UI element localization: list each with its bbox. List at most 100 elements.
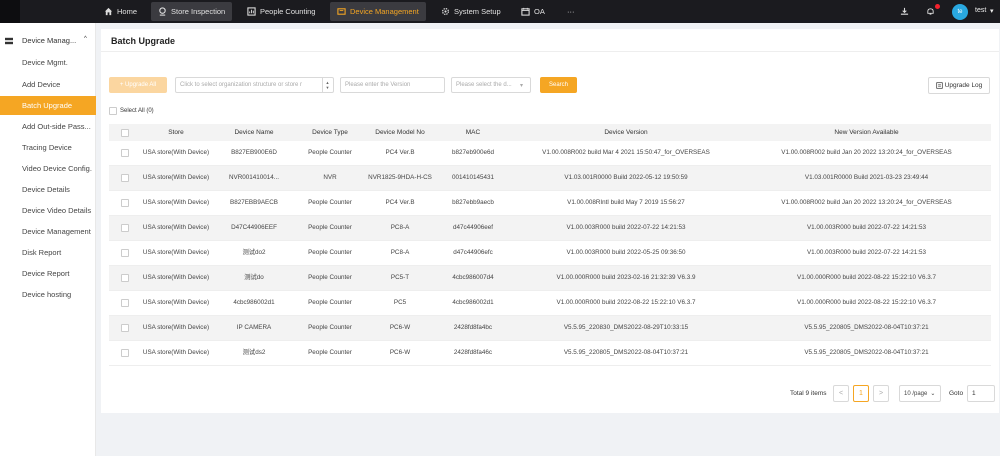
sidebar-item-device-report[interactable]: Device Report: [0, 264, 96, 283]
select-all[interactable]: Select All (0): [109, 107, 154, 115]
table-row[interactable]: USA store(With Device) 测试do People Counter…: [109, 266, 991, 291]
select-all-checkbox[interactable]: [109, 107, 117, 115]
column-mac: MAC: [465, 129, 481, 136]
sidebar-item-add-outside-pass[interactable]: Add Out-side Pass...: [0, 117, 96, 136]
avatar[interactable]: te: [952, 4, 968, 20]
table-body: USA store(With Device) B827EB900E6D People…: [109, 141, 991, 366]
cell-device-version: V1.00.008R002 build Mar 4 2021 15:50:47_…: [542, 149, 710, 156]
nav-home-label: Home: [117, 7, 138, 16]
device-model-select[interactable]: Please select the d...: [451, 77, 531, 93]
calendar-icon: [521, 7, 530, 16]
table-row[interactable]: USA store(With Device) 测试ds2 People Counte…: [109, 341, 991, 366]
cell-mac: b827ebb9aecb: [452, 199, 494, 206]
sidebar-item-disk-report[interactable]: Disk Report: [0, 243, 96, 262]
notification-button[interactable]: [926, 0, 935, 23]
row-checkbox-cell[interactable]: [120, 141, 130, 165]
sidebar-item-video-device-config[interactable]: Video Device Config.: [0, 159, 96, 178]
cell-new-version: V1.00.000R000 build 2022-08-22 15:22:10 …: [797, 274, 936, 281]
row-checkbox[interactable]: [121, 174, 129, 182]
row-checkbox-cell[interactable]: [120, 166, 130, 190]
nav-home[interactable]: Home: [97, 2, 144, 21]
row-checkbox[interactable]: [121, 349, 129, 357]
page-size-select[interactable]: 10 /page ⌄: [899, 385, 941, 402]
upgrade-all-button[interactable]: + Upgrade All: [109, 77, 167, 93]
row-checkbox[interactable]: [121, 274, 129, 282]
header-checkbox[interactable]: [121, 128, 129, 137]
username[interactable]: test: [975, 7, 986, 14]
table-row[interactable]: USA store(With Device) IP CAMERA People Co…: [109, 316, 991, 341]
cell-mac: 2428fd8fa46c: [453, 349, 493, 356]
sidebar-item-add-device[interactable]: Add Device: [0, 75, 96, 94]
chevron-down-icon[interactable]: ▾: [990, 7, 994, 15]
sidebar-item-batch-upgrade[interactable]: Batch Upgrade: [0, 96, 96, 115]
org-structure-select[interactable]: Click to select organization structure o…: [175, 77, 334, 93]
nav-people-counting[interactable]: People Counting: [240, 2, 322, 21]
table-row[interactable]: USA store(With Device) D47C44906EEF People…: [109, 216, 991, 241]
header-checkbox-cell[interactable]: [120, 124, 130, 141]
sidebar-item-device-details[interactable]: Device Details: [0, 180, 96, 199]
row-checkbox[interactable]: [121, 149, 129, 157]
cell-device-name: 测试do: [244, 274, 264, 281]
cell-device-name: 测试ds2: [242, 349, 266, 356]
cell-device-version: V1.00.003R000 build 2022-05-25 09:36:50: [566, 249, 686, 256]
nav-more[interactable]: ···: [560, 2, 582, 21]
row-checkbox-cell[interactable]: [120, 191, 130, 215]
cell-device-type: NVR: [323, 174, 337, 181]
download-button[interactable]: [900, 0, 909, 23]
cell-mac: 001410145431: [451, 174, 495, 181]
next-page-button[interactable]: >: [873, 385, 889, 402]
org-stepper[interactable]: ▲ ▼: [322, 78, 332, 92]
sidebar-item-device-management[interactable]: Device Management: [0, 222, 96, 241]
upgrade-log-button[interactable]: Upgrade Log: [928, 77, 990, 94]
row-checkbox-cell[interactable]: [120, 316, 130, 340]
cell-device-type: People Counter: [308, 199, 352, 206]
sidebar-item-device-hosting[interactable]: Device hosting: [0, 285, 96, 304]
cell-store: USA store(With Device): [142, 174, 210, 181]
row-checkbox[interactable]: [121, 224, 129, 232]
cell-device-type: People Counter: [308, 274, 352, 281]
prev-page-button[interactable]: <: [833, 385, 849, 402]
device-management-icon: [337, 8, 346, 15]
sidebar-item-device-mgmt[interactable]: Device Mgmt.: [0, 53, 96, 72]
table-row[interactable]: USA store(With Device) 4cbc986002d1 People…: [109, 291, 991, 316]
sidebar-group-device-management[interactable]: Device Manag... ^: [0, 35, 96, 47]
log-icon: [936, 82, 943, 89]
goto-input[interactable]: 1: [967, 385, 995, 402]
cell-device-model: PC5-T: [390, 274, 410, 281]
cell-new-version: V5.5.95_220805_DMS2022-08-04T10:37:21: [804, 349, 929, 356]
nav-store-inspection[interactable]: Store Inspection: [151, 2, 233, 21]
row-checkbox-cell[interactable]: [120, 291, 130, 315]
cell-mac: 4cbc986002d1: [452, 299, 494, 306]
cell-store: USA store(With Device): [142, 324, 210, 331]
org-structure-placeholder: Click to select organization structure o…: [180, 82, 303, 88]
sidebar-item-device-video-details[interactable]: Device Video Details: [0, 201, 96, 220]
cell-device-type: People Counter: [308, 299, 352, 306]
cell-device-version: V1.00.000R000 build 2023-02-16 21:32:39 …: [556, 274, 696, 281]
sidebar-item-tracing-device[interactable]: Tracing Device: [0, 138, 96, 157]
chevron-down-icon: ▾: [520, 83, 524, 89]
row-checkbox-cell[interactable]: [120, 241, 130, 265]
search-button[interactable]: Search: [540, 77, 577, 93]
table-row[interactable]: USA store(With Device) B827EB900E6D People…: [109, 141, 991, 166]
table-row[interactable]: USA store(With Device) NVR001410014... NVR…: [109, 166, 991, 191]
table-row[interactable]: USA store(With Device) 测试do2 People Counte…: [109, 241, 991, 266]
nav-oa[interactable]: OA: [514, 2, 552, 21]
row-checkbox-cell[interactable]: [120, 216, 130, 240]
version-input[interactable]: Please enter the Version: [340, 77, 445, 93]
goto-label: Goto: [949, 390, 964, 397]
nav-oa-label: OA: [534, 7, 545, 16]
row-checkbox[interactable]: [121, 299, 129, 307]
row-checkbox[interactable]: [121, 324, 129, 332]
table-row[interactable]: USA store(With Device) B827EBB9AECB People…: [109, 191, 991, 216]
row-checkbox-cell[interactable]: [120, 266, 130, 290]
page-size-value: 10 /page: [904, 390, 928, 397]
row-checkbox-cell[interactable]: [120, 341, 130, 365]
page-1-button[interactable]: 1: [853, 385, 869, 402]
row-checkbox[interactable]: [121, 249, 129, 257]
cell-device-name: IP CAMERA: [236, 324, 272, 331]
nav-device-management[interactable]: Device Management: [330, 2, 426, 21]
total-items: Total 9 items: [790, 390, 827, 397]
cell-device-model: PC6-W: [389, 349, 411, 356]
nav-system-setup[interactable]: System Setup: [434, 2, 508, 21]
row-checkbox[interactable]: [121, 199, 129, 207]
